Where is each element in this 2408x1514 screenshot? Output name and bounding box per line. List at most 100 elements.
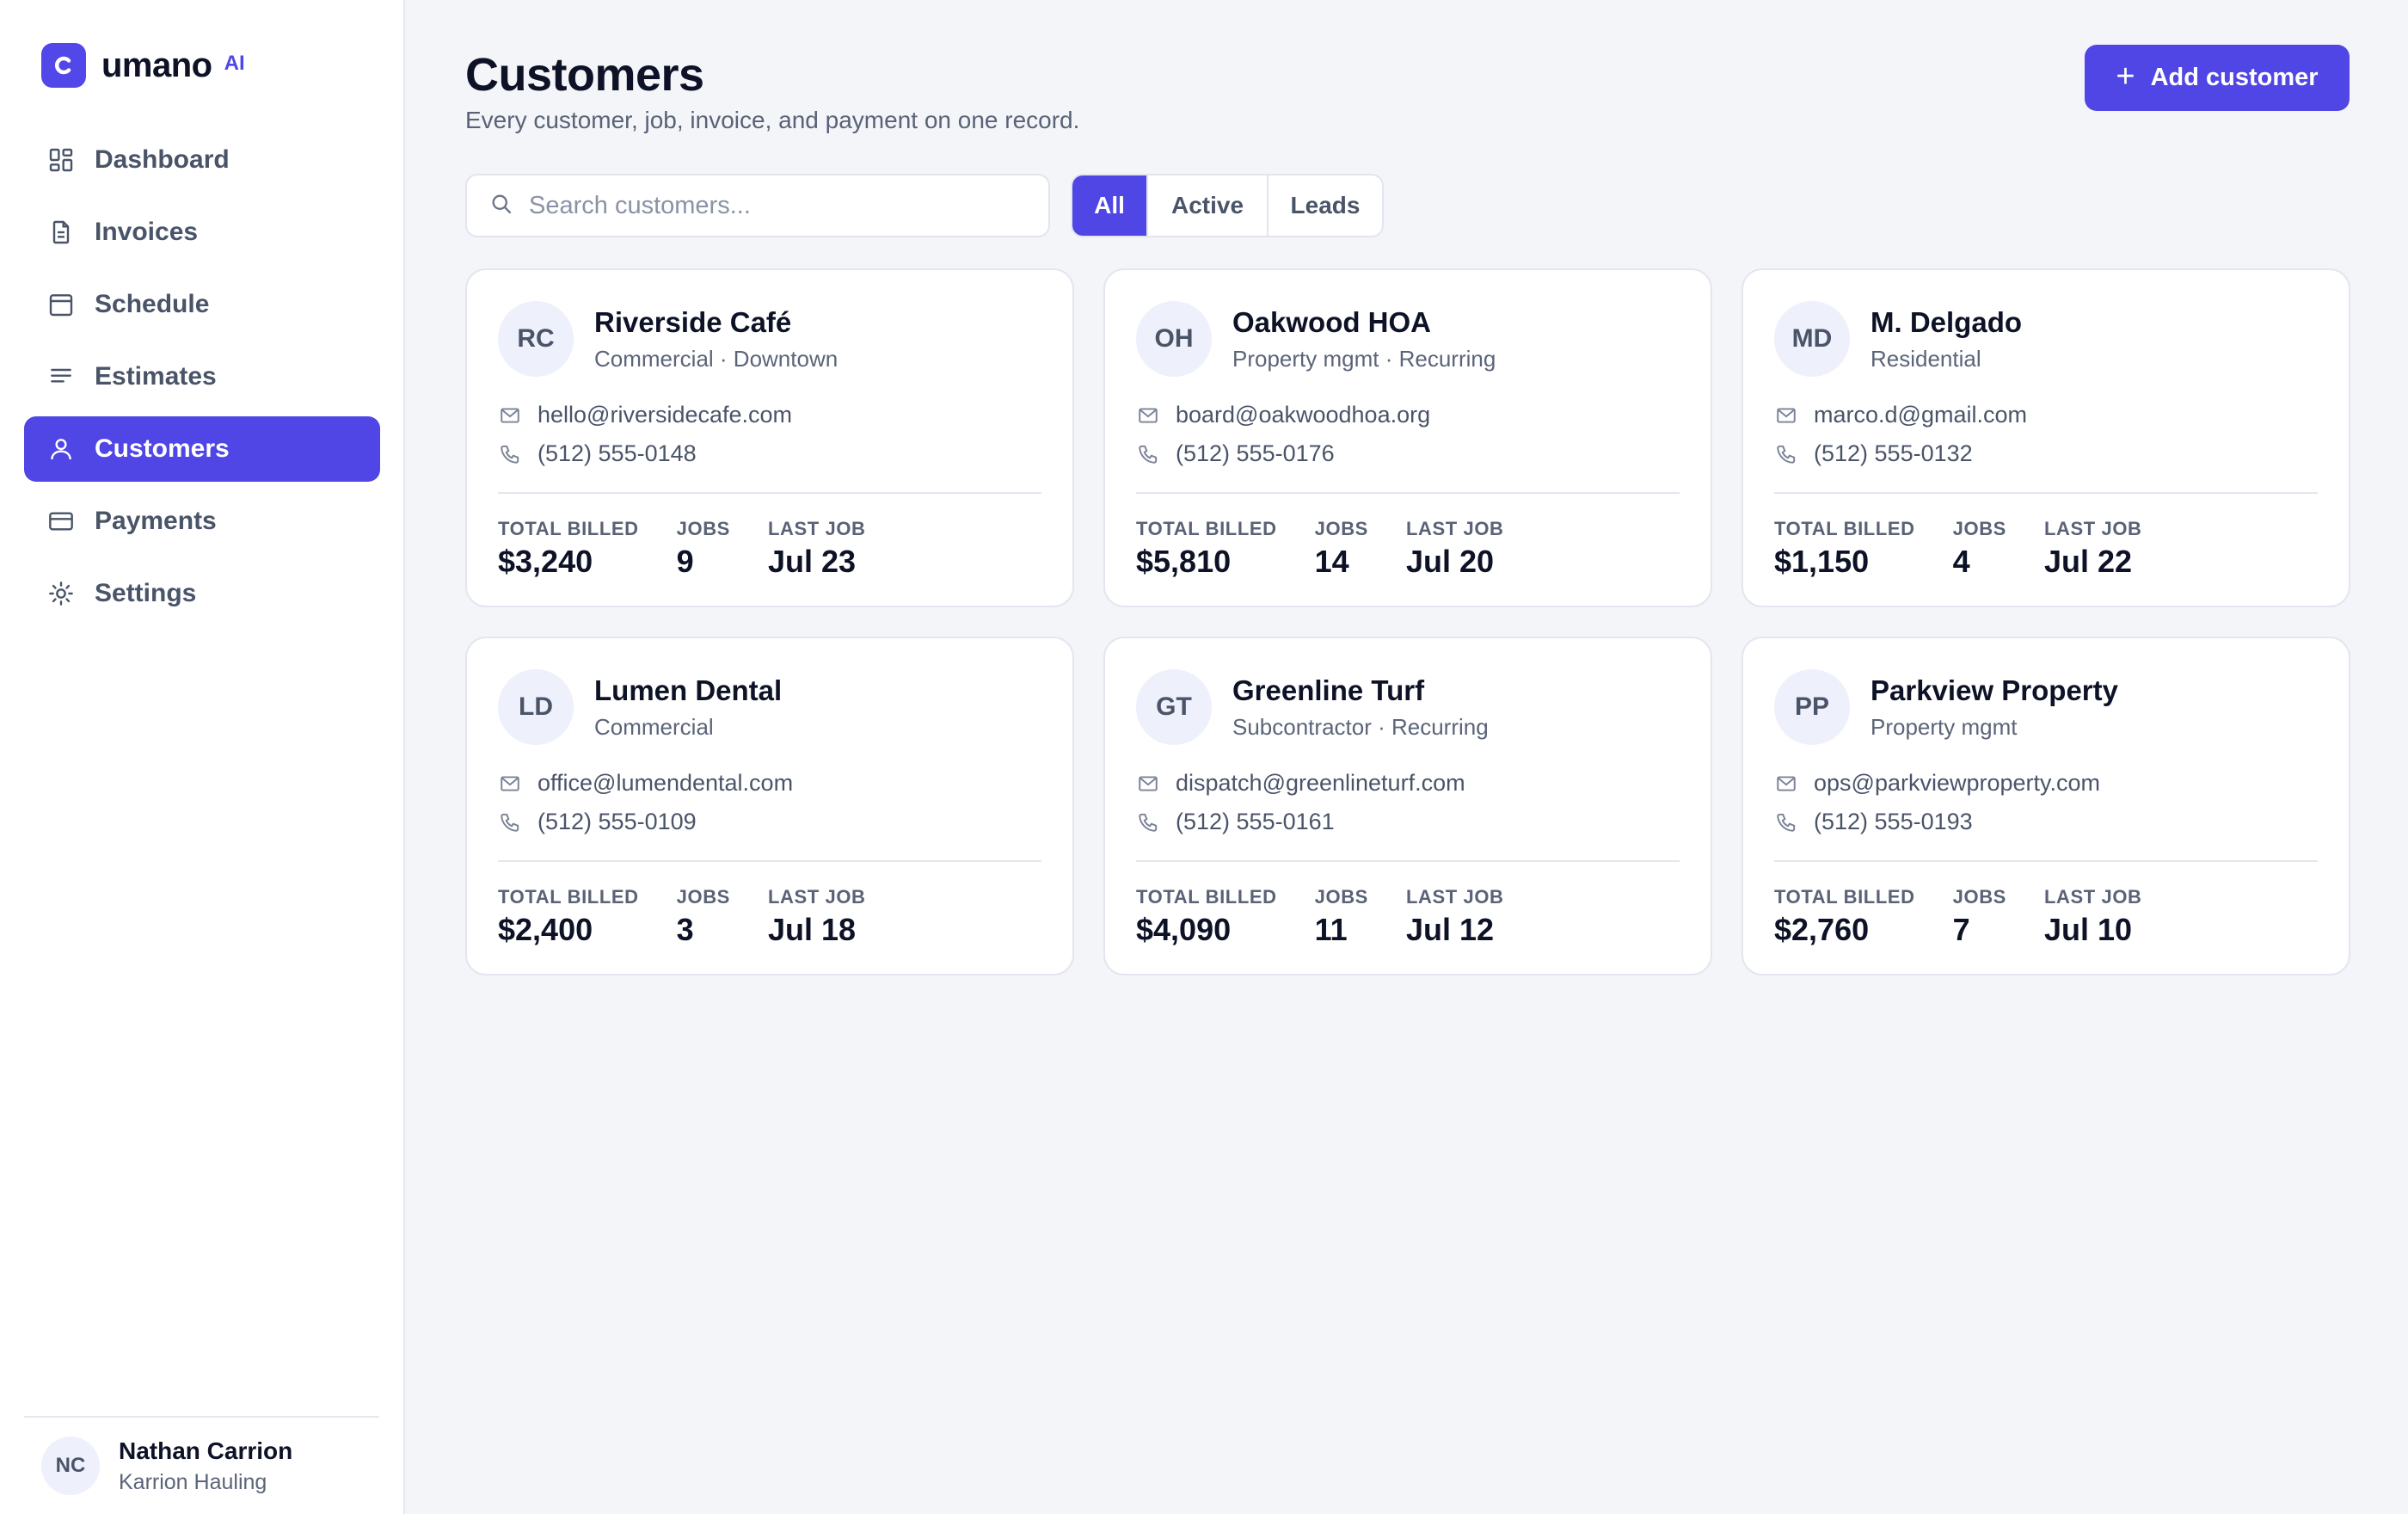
divider xyxy=(498,860,1041,862)
stat-jobs: 9 xyxy=(676,544,694,579)
stat-label-jobs: JOBS xyxy=(1314,886,1368,908)
customer-card[interactable]: MD M. Delgado Residential marco.d@gmail.… xyxy=(1742,268,2350,607)
stat-label-last-job: LAST JOB xyxy=(1405,886,1504,908)
customer-name: Riverside Café xyxy=(594,305,792,338)
credit-card-icon xyxy=(46,507,76,536)
list-icon xyxy=(46,362,76,391)
customer-type: Property mgmt xyxy=(1870,713,2018,740)
mail-icon xyxy=(1774,772,1798,796)
customer-name: Parkview Property xyxy=(1870,674,2118,706)
divider xyxy=(1774,860,2318,862)
customer-type: Subcontractor · Recurring xyxy=(1232,713,1489,740)
phone-icon xyxy=(1136,810,1160,834)
customer-phone[interactable]: (512) 555-0109 xyxy=(538,809,697,835)
phone-icon xyxy=(498,442,522,466)
customer-avatar: PP xyxy=(1774,669,1850,745)
stat-label-jobs: JOBS xyxy=(1952,886,2006,908)
stat-label-last-job: LAST JOB xyxy=(2043,886,2142,908)
stat-last-job: Jul 23 xyxy=(767,544,857,579)
stat-last-job: Jul 20 xyxy=(1405,544,1495,579)
grid-icon xyxy=(46,145,76,175)
mail-icon xyxy=(498,772,522,796)
customer-type: Residential xyxy=(1870,345,1981,372)
customer-email[interactable]: marco.d@gmail.com xyxy=(1814,402,2027,428)
tab-all[interactable]: All xyxy=(1072,175,1148,236)
customer-name: Lumen Dental xyxy=(594,674,783,706)
customer-phone[interactable]: (512) 555-0193 xyxy=(1814,809,1973,835)
plus-icon: + xyxy=(2116,58,2135,95)
sidebar-item-customers[interactable]: Customers xyxy=(24,416,380,482)
stat-total-billed: $4,090 xyxy=(1136,912,1232,947)
customer-email[interactable]: ops@parkviewproperty.com xyxy=(1814,770,2100,797)
sidebar-item-settings[interactable]: Settings xyxy=(24,561,380,626)
sidebar-item-payments[interactable]: Payments xyxy=(24,489,380,554)
customer-grid: RC Riverside Café Commercial · Downtown … xyxy=(465,268,2350,975)
customer-card[interactable]: PP Parkview Property Property mgmt ops@p… xyxy=(1742,637,2350,975)
customer-type: Property mgmt · Recurring xyxy=(1232,345,1496,372)
customer-avatar: OH xyxy=(1136,301,1212,377)
stat-total-billed: $5,810 xyxy=(1136,544,1232,579)
divider xyxy=(1136,492,1680,494)
user-org: Karrion Hauling xyxy=(119,1469,267,1494)
stat-label-total-billed: TOTAL BILLED xyxy=(1136,518,1277,539)
search-input[interactable] xyxy=(529,191,1028,220)
tab-active[interactable]: Active xyxy=(1148,175,1268,236)
sidebar-item-dashboard[interactable]: Dashboard xyxy=(24,127,380,193)
stat-jobs: 4 xyxy=(1952,544,1970,579)
user-profile[interactable]: NC Nathan Carrion Karrion Hauling xyxy=(24,1416,379,1514)
customer-email[interactable]: dispatch@greenlineturf.com xyxy=(1176,770,1465,797)
customer-name: Oakwood HOA xyxy=(1232,305,1432,338)
customer-card[interactable]: LD Lumen Dental Commercial office@lumend… xyxy=(465,637,1074,975)
stat-label-jobs: JOBS xyxy=(1952,518,2006,539)
phone-icon xyxy=(1774,442,1798,466)
page-title: Customers xyxy=(465,49,704,101)
customer-phone[interactable]: (512) 555-0161 xyxy=(1176,809,1335,835)
customer-avatar: GT xyxy=(1136,669,1212,745)
tab-leads[interactable]: Leads xyxy=(1268,175,1382,236)
customer-avatar: MD xyxy=(1774,301,1850,377)
sidebar-item-label: Dashboard xyxy=(95,145,230,174)
brand[interactable]: umano AI xyxy=(41,43,245,88)
search-box[interactable] xyxy=(465,174,1050,237)
customer-phone[interactable]: (512) 555-0176 xyxy=(1176,440,1335,467)
customer-card[interactable]: GT Greenline Turf Subcontractor · Recurr… xyxy=(1103,637,1712,975)
customer-avatar: RC xyxy=(498,301,574,377)
stat-label-total-billed: TOTAL BILLED xyxy=(1774,518,1915,539)
stat-label-jobs: JOBS xyxy=(676,886,730,908)
stat-jobs: 7 xyxy=(1952,912,1970,947)
sidebar-item-estimates[interactable]: Estimates xyxy=(24,344,380,409)
customer-phone[interactable]: (512) 555-0132 xyxy=(1814,440,1973,467)
stat-last-job: Jul 10 xyxy=(2043,912,2133,947)
phone-icon xyxy=(1136,442,1160,466)
sidebar-item-schedule[interactable]: Schedule xyxy=(24,272,380,337)
sidebar-item-label: Invoices xyxy=(95,218,199,246)
stat-total-billed: $2,400 xyxy=(498,912,593,947)
sidebar: umano AI Dashboard Invoices Schedule Est… xyxy=(0,0,405,1514)
customer-email[interactable]: board@oakwoodhoa.org xyxy=(1176,402,1430,428)
customer-email[interactable]: office@lumendental.com xyxy=(538,770,793,797)
stat-jobs: 14 xyxy=(1314,544,1349,579)
document-icon xyxy=(46,218,76,247)
stat-label-total-billed: TOTAL BILLED xyxy=(1136,886,1277,908)
stat-jobs: 3 xyxy=(676,912,694,947)
customer-phone[interactable]: (512) 555-0148 xyxy=(538,440,697,467)
customer-card[interactable]: RC Riverside Café Commercial · Downtown … xyxy=(465,268,1074,607)
sidebar-item-label: Settings xyxy=(95,579,197,607)
stat-label-jobs: JOBS xyxy=(1314,518,1368,539)
stat-last-job: Jul 12 xyxy=(1405,912,1495,947)
sidebar-item-label: Customers xyxy=(95,434,230,463)
add-customer-button[interactable]: + Add customer xyxy=(2085,45,2350,111)
customer-card[interactable]: OH Oakwood HOA Property mgmt · Recurring… xyxy=(1103,268,1712,607)
page-subtitle: Every customer, job, invoice, and paymen… xyxy=(465,107,1080,133)
calendar-icon xyxy=(46,290,76,319)
gear-icon xyxy=(46,579,76,608)
customer-avatar: LD xyxy=(498,669,574,745)
avatar: NC xyxy=(41,1437,100,1495)
phone-icon xyxy=(1774,810,1798,834)
customer-name: Greenline Turf xyxy=(1232,674,1425,706)
sidebar-item-invoices[interactable]: Invoices xyxy=(24,200,380,265)
customer-email[interactable]: hello@riversidecafe.com xyxy=(538,402,792,428)
mail-icon xyxy=(1774,403,1798,428)
stat-total-billed: $3,240 xyxy=(498,544,593,579)
main-content: Customers Every customer, job, invoice, … xyxy=(405,0,2408,1514)
